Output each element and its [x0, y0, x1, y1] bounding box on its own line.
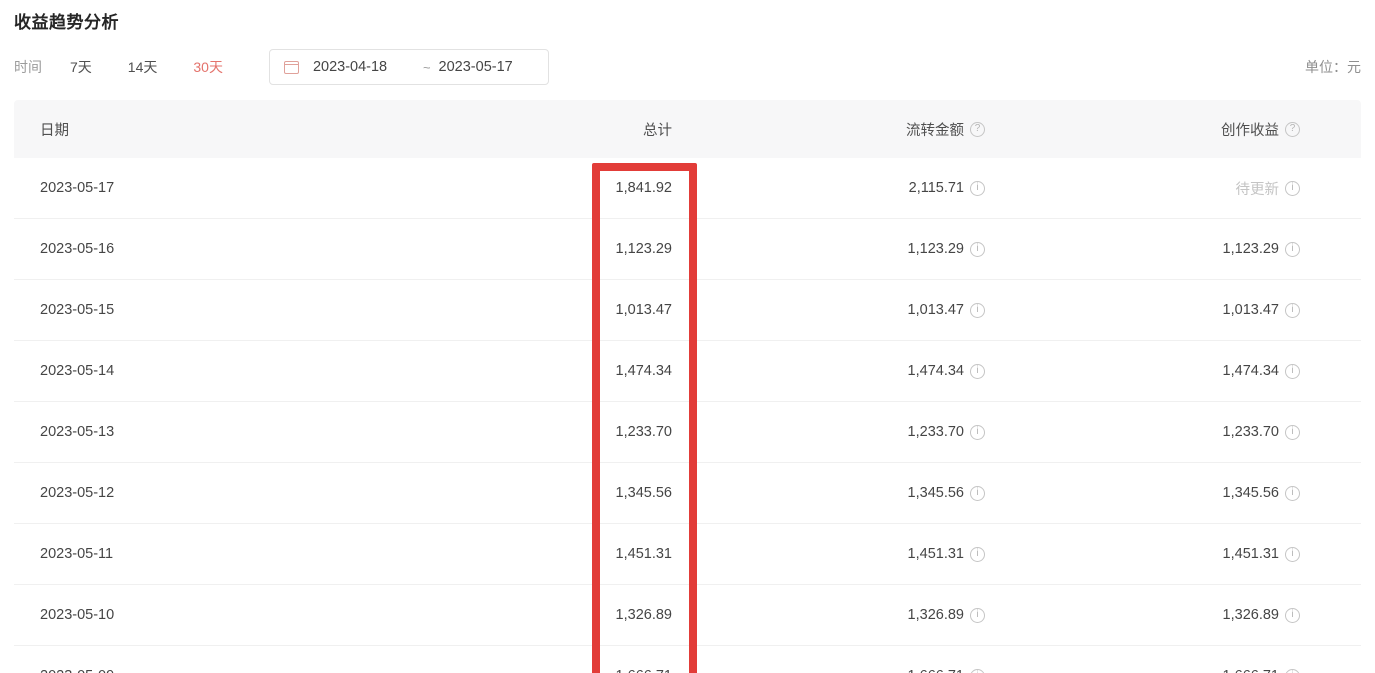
date-start-input[interactable]: [313, 59, 415, 75]
info-icon[interactable]: i: [970, 181, 985, 196]
cell-total: 1,841.92: [360, 180, 672, 196]
cell-transfer: 1,666.71 i: [672, 668, 985, 673]
column-header-total: 总计: [360, 119, 672, 140]
cell-transfer: 1,326.89 i: [672, 607, 985, 623]
info-icon[interactable]: i: [1285, 303, 1300, 318]
cell-date: 2023-05-11: [14, 546, 360, 562]
cell-creation: 待更新 i: [985, 178, 1361, 199]
table-row: 2023-05-10 1,326.89 1,326.89 i 1,326.89 …: [14, 585, 1361, 646]
cell-creation: 1,326.89 i: [985, 607, 1361, 623]
time-option-7d[interactable]: 7天: [70, 57, 92, 77]
cell-total: 1,326.89: [360, 607, 672, 623]
column-header-date: 日期: [14, 119, 360, 140]
info-icon[interactable]: i: [970, 425, 985, 440]
cell-transfer: 1,013.47 i: [672, 302, 985, 318]
info-icon[interactable]: i: [970, 547, 985, 562]
info-icon[interactable]: i: [970, 242, 985, 257]
cell-creation: 1,233.70 i: [985, 424, 1361, 440]
cell-date: 2023-05-09: [14, 668, 360, 673]
info-icon[interactable]: i: [1285, 608, 1300, 623]
cell-date: 2023-05-13: [14, 424, 360, 440]
help-icon[interactable]: ?: [970, 122, 985, 137]
date-range-separator: ~: [423, 60, 431, 75]
info-icon[interactable]: i: [1285, 181, 1300, 196]
cell-total: 1,233.70: [360, 424, 672, 440]
date-range-picker[interactable]: ~: [269, 49, 549, 85]
cell-transfer: 1,474.34 i: [672, 363, 985, 379]
time-option-30d[interactable]: 30天: [193, 57, 223, 77]
info-icon[interactable]: i: [970, 364, 985, 379]
filter-bar: 时间 7天 14天 30天 ~ 单位：元: [14, 49, 1361, 85]
table-header-row: 日期 总计 流转金额 ? 创作收益 ?: [14, 100, 1361, 158]
cell-creation: 1,451.31 i: [985, 546, 1361, 562]
table-row: 2023-05-15 1,013.47 1,013.47 i 1,013.47 …: [14, 280, 1361, 341]
table-row: 2023-05-14 1,474.34 1,474.34 i 1,474.34 …: [14, 341, 1361, 402]
column-header-transfer: 流转金额 ?: [672, 119, 985, 140]
info-icon[interactable]: i: [970, 486, 985, 501]
cell-date: 2023-05-12: [14, 485, 360, 501]
time-filter-label: 时间: [14, 57, 42, 77]
cell-total: 1,123.29: [360, 241, 672, 257]
revenue-trend-page: 收益趋势分析 时间 7天 14天 30天 ~ 单位：元 日期 总计 流转金额 ?…: [0, 0, 1375, 673]
table-row: 2023-05-11 1,451.31 1,451.31 i 1,451.31 …: [14, 524, 1361, 585]
help-icon[interactable]: ?: [1285, 122, 1300, 137]
table-row: 2023-05-17 1,841.92 2,115.71 i 待更新 i: [14, 158, 1361, 219]
info-icon[interactable]: i: [1285, 669, 1300, 673]
column-header-creation: 创作收益 ?: [985, 119, 1361, 140]
cell-total: 1,345.56: [360, 485, 672, 501]
date-end-input[interactable]: [439, 59, 541, 75]
cell-creation: 1,666.71 i: [985, 668, 1361, 673]
time-option-14d[interactable]: 14天: [128, 57, 158, 77]
info-icon[interactable]: i: [970, 669, 985, 673]
cell-transfer: 1,123.29 i: [672, 241, 985, 257]
info-icon[interactable]: i: [1285, 486, 1300, 501]
info-icon[interactable]: i: [970, 608, 985, 623]
info-icon[interactable]: i: [1285, 547, 1300, 562]
table-row: 2023-05-13 1,233.70 1,233.70 i 1,233.70 …: [14, 402, 1361, 463]
cell-date: 2023-05-10: [14, 607, 360, 623]
cell-total: 1,013.47: [360, 302, 672, 318]
page-title: 收益趋势分析: [14, 0, 1361, 33]
table-body: 2023-05-17 1,841.92 2,115.71 i 待更新 i 202…: [14, 158, 1361, 673]
info-icon[interactable]: i: [1285, 364, 1300, 379]
revenue-table: 日期 总计 流转金额 ? 创作收益 ? 2023-05-17 1,841.92 …: [14, 100, 1361, 673]
cell-creation: 1,474.34 i: [985, 363, 1361, 379]
info-icon[interactable]: i: [970, 303, 985, 318]
cell-transfer: 1,451.31 i: [672, 546, 985, 562]
cell-date: 2023-05-16: [14, 241, 360, 257]
info-icon[interactable]: i: [1285, 425, 1300, 440]
info-icon[interactable]: i: [1285, 242, 1300, 257]
cell-total: 1,474.34: [360, 363, 672, 379]
cell-transfer: 1,233.70 i: [672, 424, 985, 440]
cell-creation: 1,345.56 i: [985, 485, 1361, 501]
cell-transfer: 1,345.56 i: [672, 485, 985, 501]
cell-total: 1,666.71: [360, 668, 672, 673]
cell-date: 2023-05-17: [14, 180, 360, 196]
table-row: 2023-05-12 1,345.56 1,345.56 i 1,345.56 …: [14, 463, 1361, 524]
cell-creation: 1,123.29 i: [985, 241, 1361, 257]
cell-total: 1,451.31: [360, 546, 672, 562]
cell-date: 2023-05-15: [14, 302, 360, 318]
cell-date: 2023-05-14: [14, 363, 360, 379]
table-row: 2023-05-09 1,666.71 1,666.71 i 1,666.71 …: [14, 646, 1361, 673]
cell-transfer: 2,115.71 i: [672, 180, 985, 196]
cell-creation: 1,013.47 i: [985, 302, 1361, 318]
unit-label: 单位：元: [1305, 57, 1361, 77]
table-row: 2023-05-16 1,123.29 1,123.29 i 1,123.29 …: [14, 219, 1361, 280]
calendar-icon: [284, 61, 299, 74]
